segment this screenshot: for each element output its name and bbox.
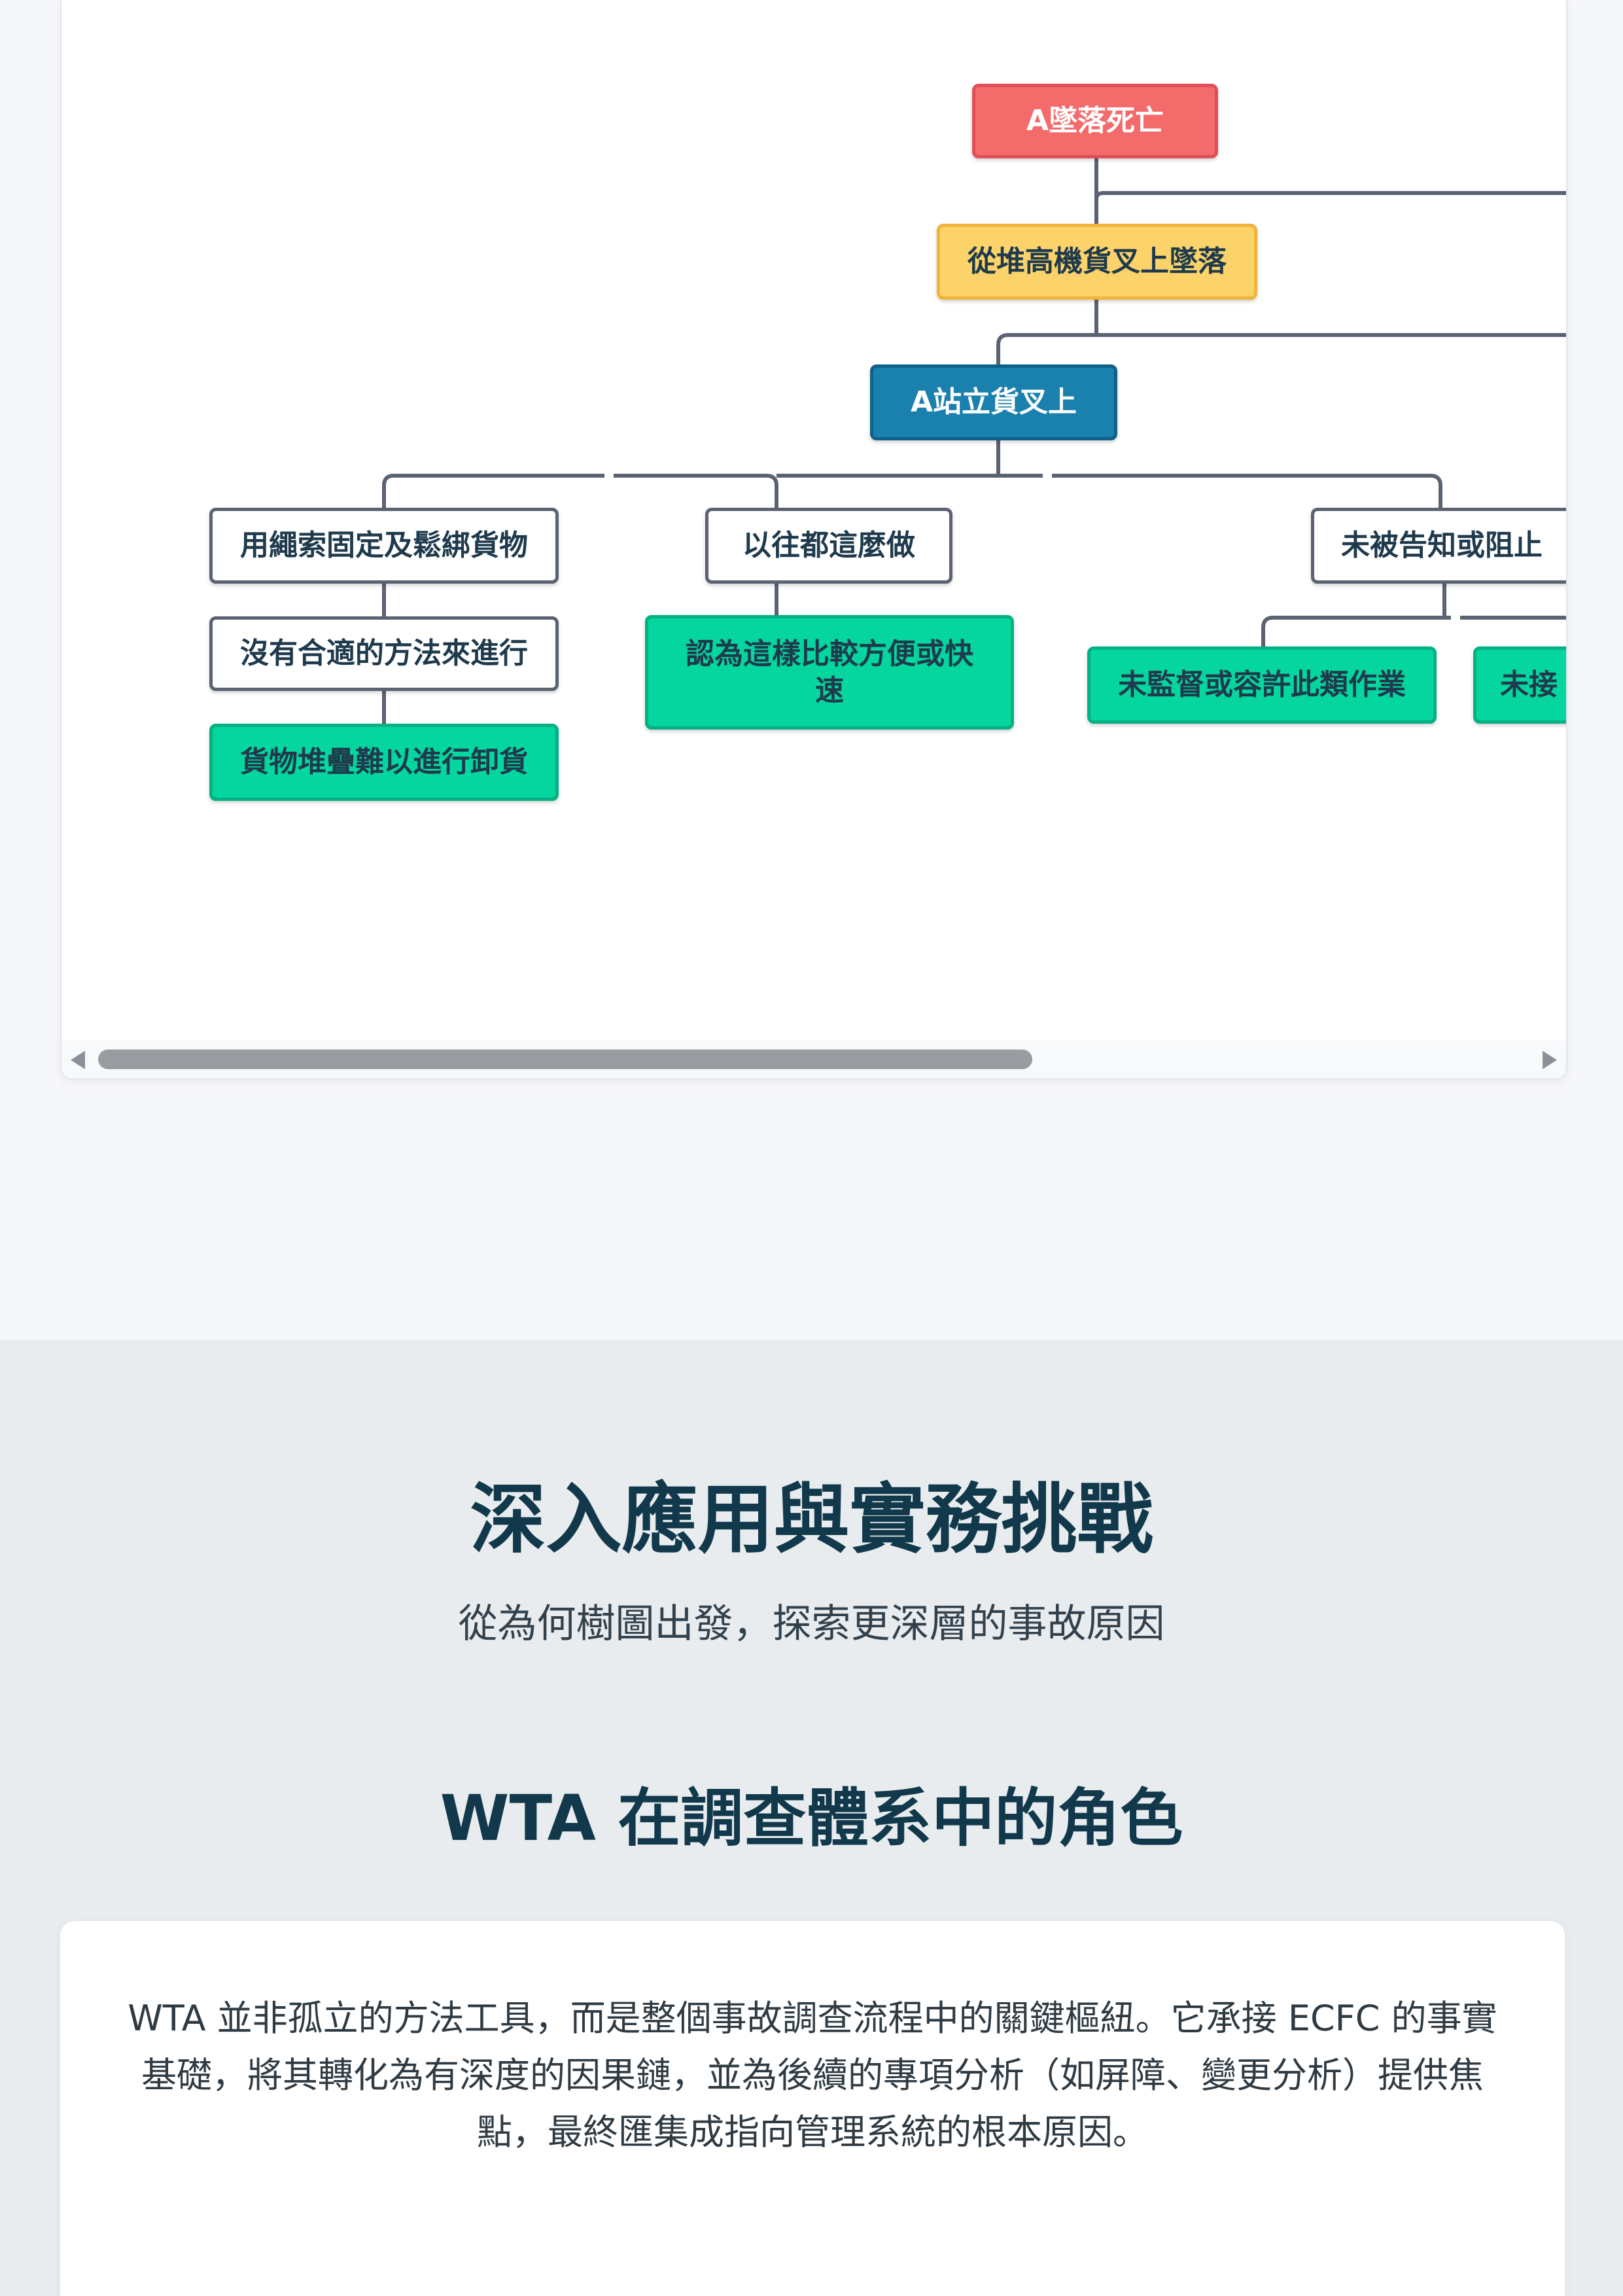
tree-node-level1[interactable]: 從堆高機貨叉上墜落	[937, 224, 1257, 300]
why-tree-viewport[interactable]: A墜落死亡 從堆高機貨叉上墜落 A站立貨叉上 用繩索固定及鬆綁貨物 沒有合適的方…	[61, 0, 1566, 1040]
connector-level2-children	[382, 438, 1442, 509]
tree-node-cause-c-2[interactable]: 未接	[1473, 646, 1566, 724]
section-subtitle: 從為何樹圖出發，探索更深層的事故原因	[458, 1601, 1165, 1647]
wta-role-heading: WTA 在調查體系中的角色	[440, 1782, 1183, 1855]
connector-cause-c-chain	[1261, 582, 1566, 648]
tree-node-level2[interactable]: A站立貨叉上	[870, 364, 1117, 440]
tree-node-cause-c[interactable]: 未被告知或阻止	[1311, 508, 1566, 584]
scrollbar-thumb[interactable]	[98, 1050, 1032, 1069]
tree-node-cause-b[interactable]: 以往都這麼做	[705, 508, 952, 584]
wta-role-card: WTA 並非孤立的方法工具，而是整個事故調查流程中的關鍵樞紐。它承接 ECFC …	[60, 1921, 1565, 2296]
tree-node-cause-a-2[interactable]: 貨物堆疊難以進行卸貨	[209, 724, 559, 801]
tree-node-root[interactable]: A墜落死亡	[972, 84, 1218, 158]
tree-node-cause-a[interactable]: 用繩索固定及鬆綁貨物	[209, 508, 559, 584]
tree-node-cause-c-1[interactable]: 未監督或容許此類作業	[1087, 646, 1437, 724]
page: A墜落死亡 從堆高機貨叉上墜落 A站立貨叉上 用繩索固定及鬆綁貨物 沒有合適的方…	[0, 0, 1623, 2296]
scroll-right-arrow-icon[interactable]	[1543, 1051, 1557, 1069]
horizontal-scrollbar[interactable]	[61, 1040, 1566, 1078]
connector-root-offscreen	[1094, 191, 1566, 208]
connector-level1-level2	[996, 298, 1566, 364]
why-tree-panel: A墜落死亡 從堆高機貨叉上墜落 A站立貨叉上 用繩索固定及鬆綁貨物 沒有合適的方…	[60, 0, 1567, 1080]
wta-role-paragraph: WTA 並非孤立的方法工具，而是整個事故調查流程中的關鍵樞紐。它承接 ECFC …	[128, 1998, 1497, 2153]
scroll-left-arrow-icon[interactable]	[71, 1051, 85, 1069]
tree-node-cause-b-1[interactable]: 認為這樣比較方便或快速	[645, 615, 1014, 730]
tree-node-cause-a-1[interactable]: 沒有合適的方法來進行	[209, 616, 559, 691]
section-title: 深入應用與實務挑戰	[470, 1475, 1153, 1564]
